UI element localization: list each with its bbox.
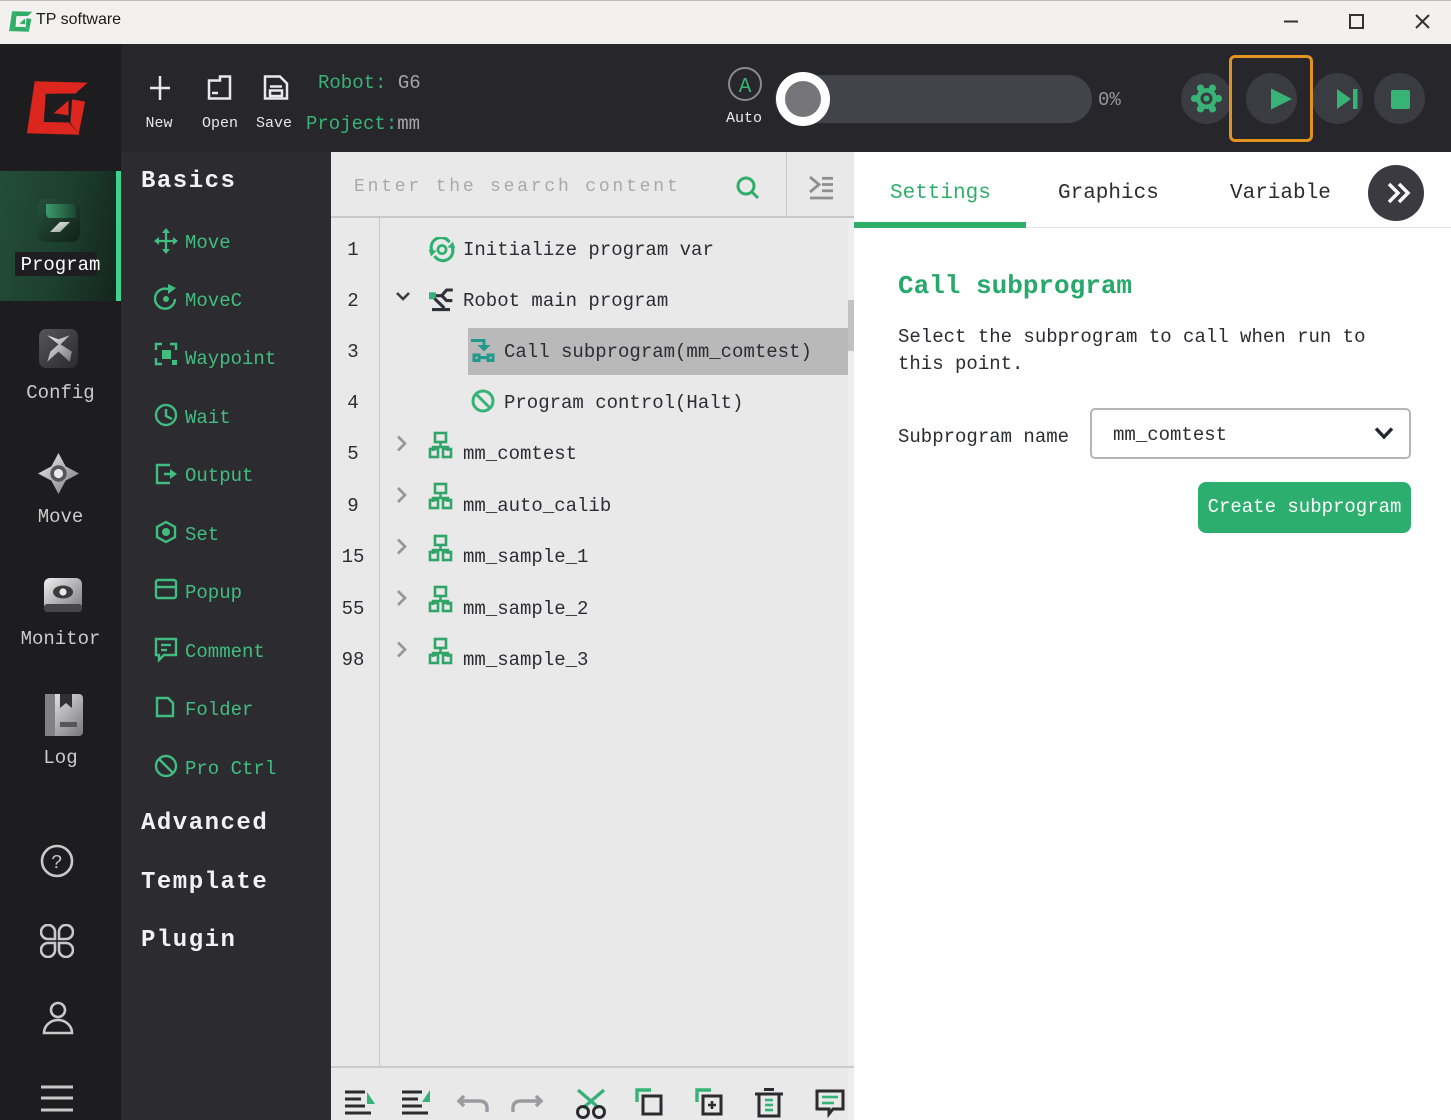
svg-text:?: ? [51,852,62,874]
svg-text:A: A [739,76,752,99]
